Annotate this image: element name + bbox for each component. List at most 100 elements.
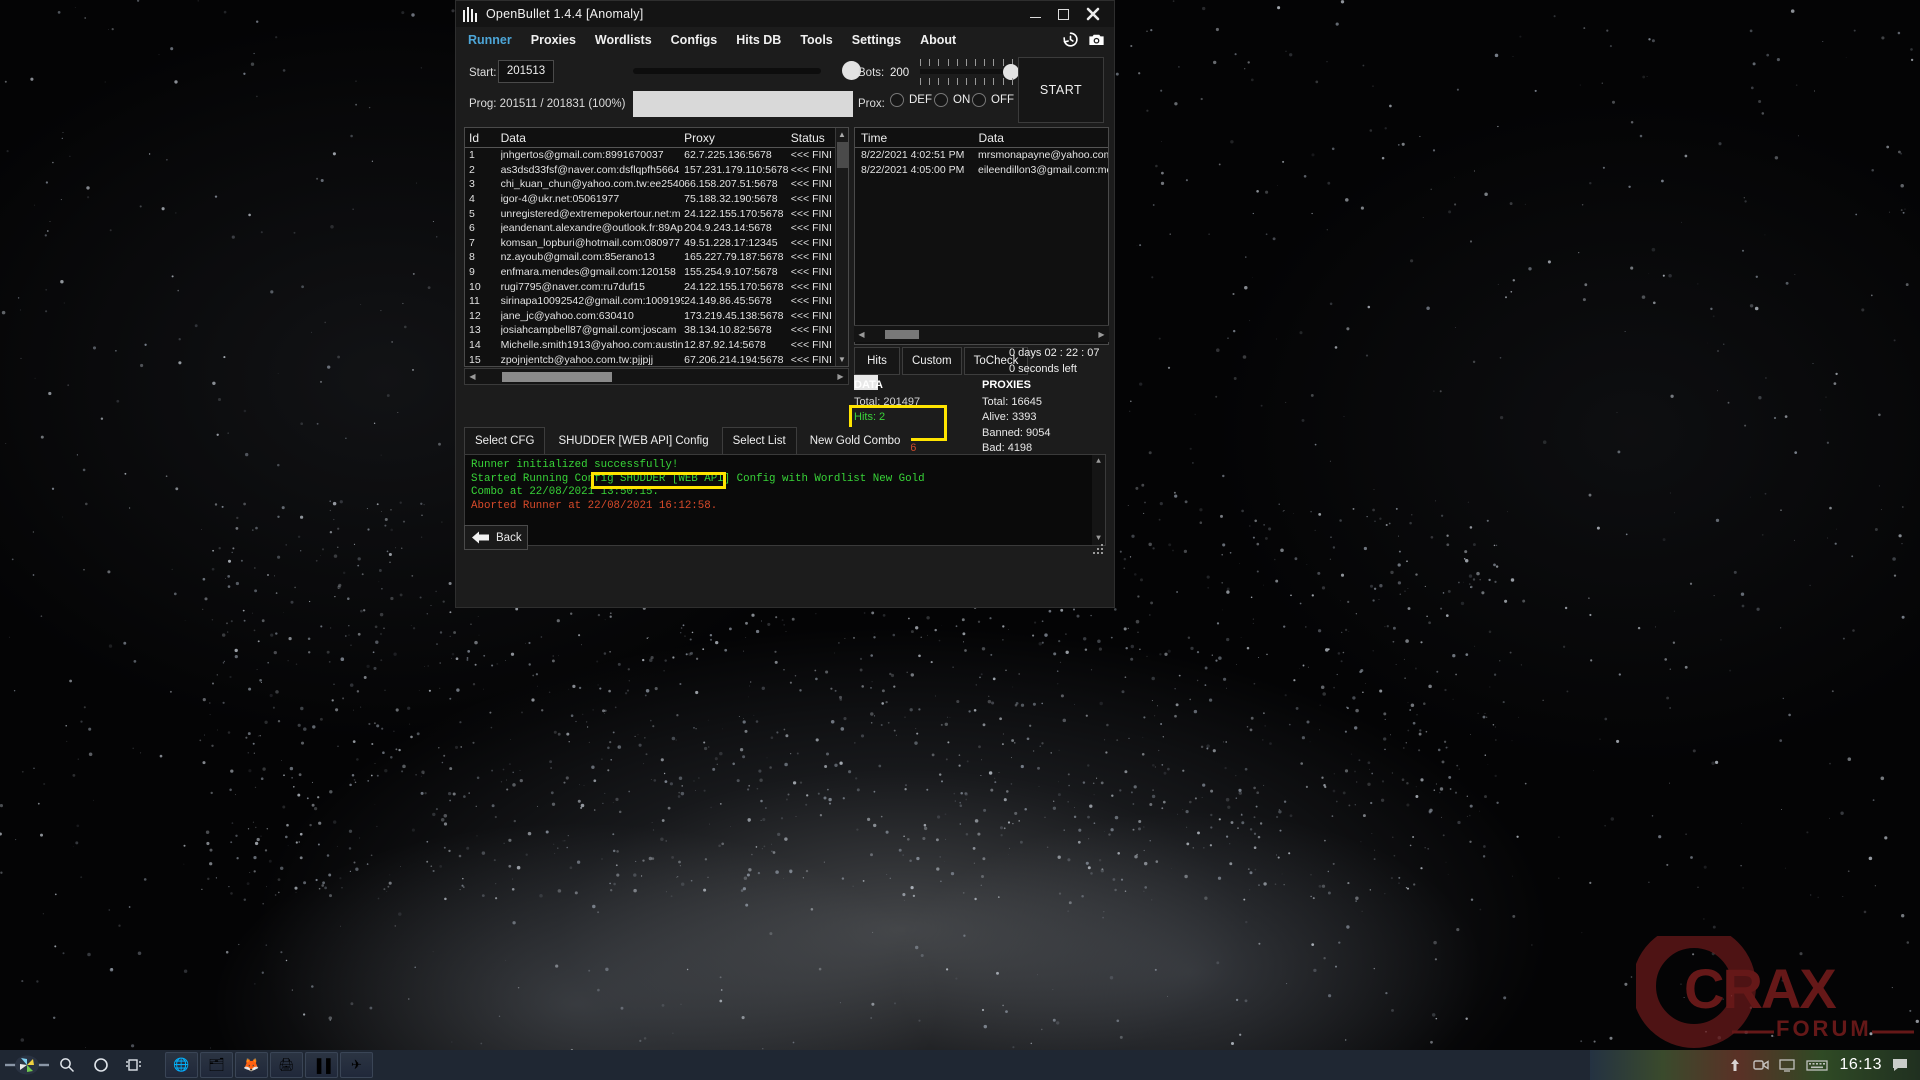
table-row[interactable]: 2as3dsd33fsf@naver.com:dsflqpfh5664157.2…	[465, 163, 848, 178]
table-row[interactable]: 13josiahcampbell87@gmail.com:joscam38.13…	[465, 323, 848, 338]
table-row[interactable]: 5unregistered@extremepokertour.net:m24.1…	[465, 206, 848, 221]
maximize-icon[interactable]	[1050, 1, 1076, 27]
column-header-time[interactable]: Time	[861, 131, 979, 145]
cell-data: komsan_lopburi@hotmail.com:080977	[501, 237, 685, 249]
log-line-3: Combo at 22/08/2021 13:50:15.	[471, 486, 1099, 500]
tab-custom[interactable]: Custom	[902, 347, 962, 375]
firefox-icon[interactable]: 🦊	[235, 1052, 268, 1078]
menu-item-runner[interactable]: Runner	[468, 33, 512, 47]
hits-scroll-left-icon[interactable]: ◀	[854, 330, 869, 339]
table-row[interactable]: 6jeandenant.alexandre@outlook.fr:89Ap204…	[465, 221, 848, 236]
crax-forum-watermark: CRAX FORUM	[1636, 936, 1916, 1048]
radio-circle-on[interactable]	[934, 93, 948, 107]
menu-item-about[interactable]: About	[920, 33, 956, 47]
keyboard-icon[interactable]	[1805, 1057, 1829, 1073]
table-row[interactable]: 4igor-4@ukr.net:0506197775.188.32.190:56…	[465, 192, 848, 207]
telegram-icon[interactable]: ✈	[340, 1052, 373, 1078]
table-row[interactable]: 14Michelle.smith1913@yahoo.com:austin12.…	[465, 338, 848, 353]
log-line-1: Runner initialized successfully!	[471, 459, 1099, 473]
cell-id: 7	[469, 237, 501, 249]
data-grid-horizontal-scrollbar[interactable]: ◀ ▶	[464, 368, 849, 385]
column-header-hits-data[interactable]: Data	[979, 131, 1108, 145]
table-row[interactable]: 10rugi7795@naver.com:ru7duf1524.122.155.…	[465, 279, 848, 294]
table-row[interactable]: 8nz.ayoub@gmail.com:85erano13165.227.79.…	[465, 250, 848, 265]
taskbar-clock[interactable]: 16:13	[1839, 1056, 1882, 1074]
menu-item-configs[interactable]: Configs	[671, 33, 718, 47]
back-button[interactable]: Back	[464, 525, 528, 550]
table-row[interactable]: 3chi_kuan_chun@yahoo.com.tw:ee254066.158…	[465, 177, 848, 192]
bots-value: 200	[890, 67, 909, 79]
log-scroll-up-icon[interactable]: ▲	[1092, 455, 1105, 468]
table-row[interactable]: 15zpojnjentcb@yahoo.com.tw:pjjpjj67.206.…	[465, 352, 848, 367]
camera-record-icon[interactable]	[1753, 1057, 1769, 1073]
bots-label: Bots:	[858, 67, 884, 79]
log-line-4: Aborted Runner at 22/08/2021 16:12:58.	[471, 500, 1099, 514]
scroll-thumb[interactable]	[837, 142, 848, 168]
hits-grid-header: Time Data	[855, 128, 1108, 148]
scroll-right-icon[interactable]: ▶	[833, 372, 848, 381]
select-cfg-button[interactable]: Select CFG	[464, 427, 545, 454]
menu-item-tools[interactable]: Tools	[800, 33, 832, 47]
table-row[interactable]: 1jnhgertos@gmail.com:899167003762.7.225.…	[465, 148, 848, 163]
table-row[interactable]: 11sirinapa10092542@gmail.com:100919924.1…	[465, 294, 848, 309]
start-button[interactable]: START	[1018, 57, 1104, 123]
log-vertical-scrollbar[interactable]: ▲ ▼	[1092, 455, 1105, 545]
upload-arrow-icon[interactable]	[1727, 1057, 1743, 1073]
task-view-icon[interactable]	[118, 1052, 152, 1078]
prox-radio-def[interactable]: DEF	[890, 93, 932, 107]
windows-start-orb-icon[interactable]	[4, 1052, 50, 1078]
close-icon[interactable]	[1080, 1, 1106, 27]
cell-proxy: 66.158.207.51:5678	[684, 178, 791, 190]
cortana-circle-icon[interactable]	[84, 1052, 118, 1078]
menu-item-settings[interactable]: Settings	[852, 33, 901, 47]
cell-data: jane_jc@yahoo.com:630410	[501, 310, 685, 322]
hits-scroll-right-icon[interactable]: ▶	[1094, 330, 1109, 339]
hits-row[interactable]: 8/22/2021 4:02:51 PMmrsmonapayne@yahoo.c…	[855, 148, 1108, 163]
minimize-icon[interactable]	[1022, 1, 1048, 27]
config-and-log-area: Select CFG SHUDDER [WEB API] Config Sele…	[464, 427, 1106, 557]
clock-history-icon[interactable]	[1061, 30, 1080, 49]
hits-hscroll-thumb[interactable]	[885, 330, 919, 339]
menu-item-wordlists[interactable]: Wordlists	[595, 33, 652, 47]
start-input[interactable]: 201513	[498, 60, 554, 83]
scroll-down-icon[interactable]: ▼	[836, 353, 848, 366]
menu-item-hits-db[interactable]: Hits DB	[736, 33, 781, 47]
cell-data: Michelle.smith1913@yahoo.com:austin	[501, 339, 685, 351]
prox-radio-off[interactable]: OFF	[972, 93, 1014, 107]
table-row[interactable]: 12jane_jc@yahoo.com:630410173.219.45.138…	[465, 309, 848, 324]
hits-row[interactable]: 8/22/2021 4:05:00 PMeileendillon3@gmail.…	[855, 163, 1108, 178]
cell-proxy: 165.227.79.187:5678	[684, 251, 791, 263]
resize-grip-icon[interactable]	[1092, 543, 1104, 555]
printer-icon[interactable]: 🖨	[270, 1052, 303, 1078]
select-list-button[interactable]: Select List	[722, 427, 797, 454]
hscroll-thumb[interactable]	[502, 372, 612, 382]
hits-grid-horizontal-scrollbar[interactable]: ◀ ▶	[854, 325, 1109, 342]
prox-radio-on[interactable]: ON	[934, 93, 970, 107]
column-header-id[interactable]: Id	[469, 131, 501, 145]
menu-item-proxies[interactable]: Proxies	[531, 33, 576, 47]
data-grid-vertical-scrollbar[interactable]: ▲ ▼	[835, 128, 848, 366]
tab-hits[interactable]: Hits	[854, 347, 900, 375]
radio-circle-off[interactable]	[972, 93, 986, 107]
column-header-proxy[interactable]: Proxy	[684, 131, 791, 145]
hits-hscroll-trough[interactable]	[869, 326, 1094, 342]
bots-slider-track[interactable]	[633, 68, 821, 74]
openbullet-icon[interactable]: ▐▐	[305, 1052, 338, 1078]
edge-icon[interactable]: 🌐	[165, 1052, 198, 1078]
camera-icon[interactable]	[1087, 30, 1106, 49]
search-icon[interactable]	[50, 1052, 84, 1078]
message-icon[interactable]	[1892, 1057, 1908, 1073]
cell-data: unregistered@extremepokertour.net:m	[501, 208, 685, 220]
system-tray: 16:13	[1590, 1050, 1920, 1080]
window-titlebar: OpenBullet 1.4.4 [Anomaly]	[456, 1, 1114, 27]
explorer-icon[interactable]: 🗂	[200, 1052, 233, 1078]
scroll-up-icon[interactable]: ▲	[836, 128, 848, 141]
results-tabs: Hits Custom ToCheck	[854, 347, 1028, 375]
display-icon[interactable]	[1779, 1057, 1795, 1073]
hscroll-trough[interactable]	[480, 369, 833, 384]
table-row[interactable]: 7komsan_lopburi@hotmail.com:08097749.51.…	[465, 236, 848, 251]
column-header-data[interactable]: Data	[501, 131, 685, 145]
table-row[interactable]: 9enfmara.mendes@gmail.com:120158155.254.…	[465, 265, 848, 280]
scroll-left-icon[interactable]: ◀	[465, 372, 480, 381]
radio-circle-def[interactable]	[890, 93, 904, 107]
